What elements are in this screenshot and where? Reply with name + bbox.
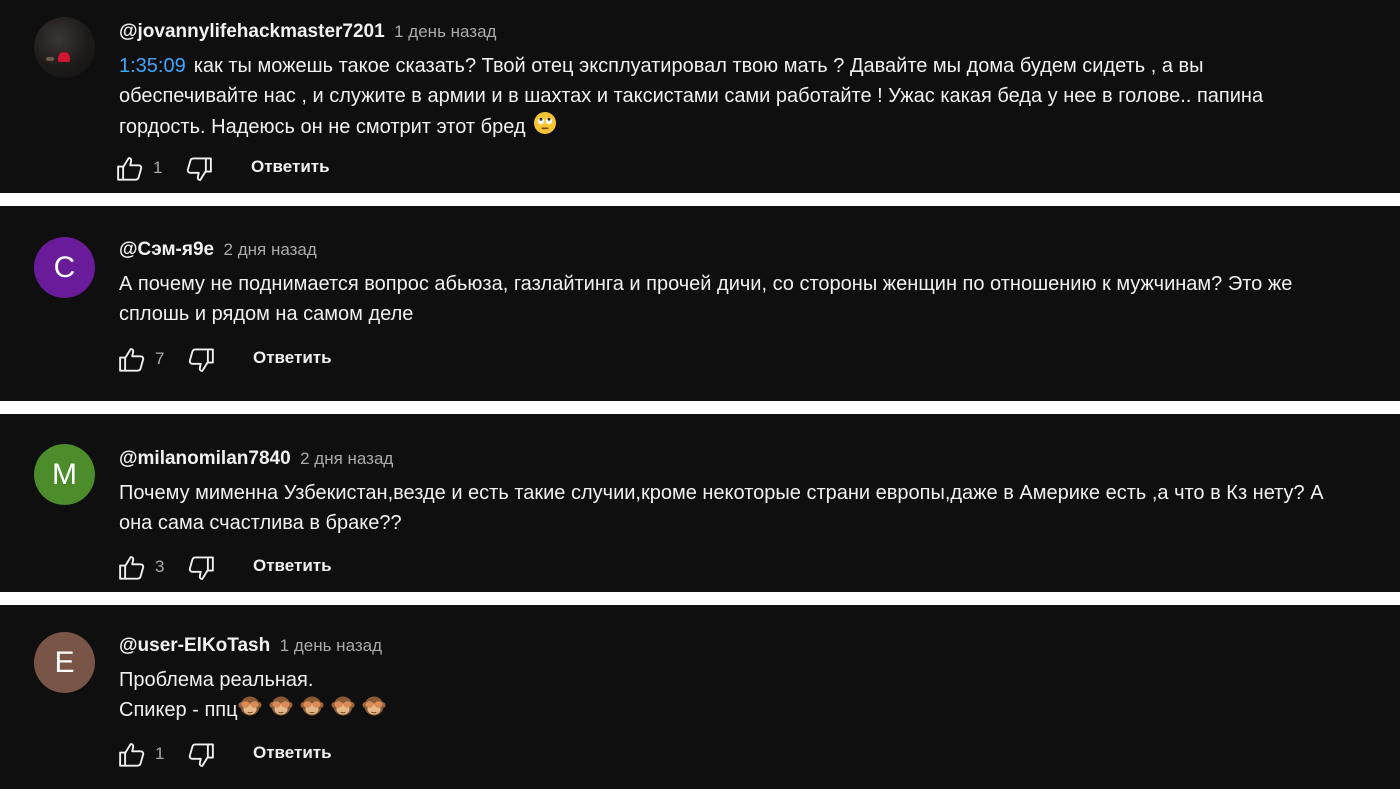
see-no-evil-monkey-icons [238,696,386,721]
comment-card: M @milanomilan7840 2 дня назад Почему ми… [0,414,1400,592]
thumb-up-icon[interactable] [117,553,147,588]
comment-text: Почему мименна Узбекистан,везде и есть т… [119,478,1396,538]
comment-time[interactable]: 1 день назад [280,636,382,655]
see-no-evil-monkey-icon [362,695,386,726]
face-with-rolling-eyes-icon [533,111,557,144]
comment-card: @jovannylifehackmaster7201 1 день назад … [0,0,1400,193]
comment-time[interactable]: 2 дня назад [224,240,317,259]
thumb-up-icon[interactable] [115,154,145,189]
comment-line-text: как ты можешь такое сказать? Твой отец э… [193,55,1204,77]
avatar[interactable]: С [34,237,95,298]
comment-header: @Сэм-я9е 2 дня назад [119,239,317,261]
comment-time[interactable]: 2 дня назад [300,449,393,468]
comment-line: Проблема реальная. [119,669,314,691]
see-no-evil-monkey-icon [238,695,262,726]
reply-button[interactable]: Ответить [253,348,332,368]
see-no-evil-monkey-icon [331,695,355,726]
reply-button[interactable]: Ответить [253,556,332,576]
comment-line: Спикер - ппц [119,695,1396,726]
avatar[interactable] [34,17,95,78]
thumb-down-icon[interactable] [184,154,214,189]
comment-line: Почему мименна Узбекистан,везде и есть т… [119,482,1324,504]
comment-author[interactable]: @user-ElKoTash [119,635,270,656]
comment-line-text: гордость. Надеюсь он не смотрит этот бре… [119,115,526,138]
comment-line-text: Спикер - ппц [119,699,238,721]
like-count: 1 [155,744,165,763]
comment-line: А почему не поднимается вопрос абьюза, г… [119,273,1293,295]
comment-author[interactable]: @jovannylifehackmaster7201 [119,21,385,42]
comment-line: сплошь и рядом на самом деле [119,303,414,325]
thumb-down-icon[interactable] [186,553,216,588]
see-no-evil-monkey-icon [269,695,293,726]
comment-text: А почему не поднимается вопрос абьюза, г… [119,269,1396,329]
avatar[interactable]: M [34,444,95,505]
avatar[interactable]: E [34,632,95,693]
comment-header: @milanomilan7840 2 дня назад [119,448,393,470]
comment-author[interactable]: @Сэм-я9е [119,239,214,260]
comment-text: Проблема реальная. Спикер - ппц [119,665,1396,726]
comment-line: обеспечивайте нас , и служите в армии и … [119,85,1264,107]
avatar-light [46,57,54,61]
like-count: 3 [155,557,165,576]
comment-text: 1:35:09 как ты можешь такое сказать? Твой… [119,51,1396,144]
comment-card: E @user-ElKoTash 1 день назад Проблема р… [0,605,1400,789]
comment-header: @user-ElKoTash 1 день назад [119,635,382,657]
reply-button[interactable]: Ответить [251,157,330,177]
comment-header: @jovannylifehackmaster7201 1 день назад [119,21,496,43]
thumb-up-icon[interactable] [117,740,147,775]
thumb-up-icon[interactable] [117,345,147,380]
comment-line: она сама счастлива в браке?? [119,512,402,534]
reply-button[interactable]: Ответить [253,743,332,763]
comment-time[interactable]: 1 день назад [394,22,496,41]
thumb-down-icon[interactable] [186,345,216,380]
like-count: 7 [155,349,165,368]
comment-line: гордость. Надеюсь он не смотрит этот бре… [119,111,1396,144]
comment-card: С @Сэм-я9е 2 дня назад А почему не подни… [0,206,1400,401]
heart-shape [58,52,70,62]
comment-line: 1:35:09 как ты можешь такое сказать? Твой… [119,51,1396,81]
like-count: 1 [153,158,163,177]
thumb-down-icon[interactable] [186,740,216,775]
comment-author[interactable]: @milanomilan7840 [119,448,291,469]
see-no-evil-monkey-icon [300,695,324,726]
timestamp-link[interactable]: 1:35:09 [119,55,186,77]
